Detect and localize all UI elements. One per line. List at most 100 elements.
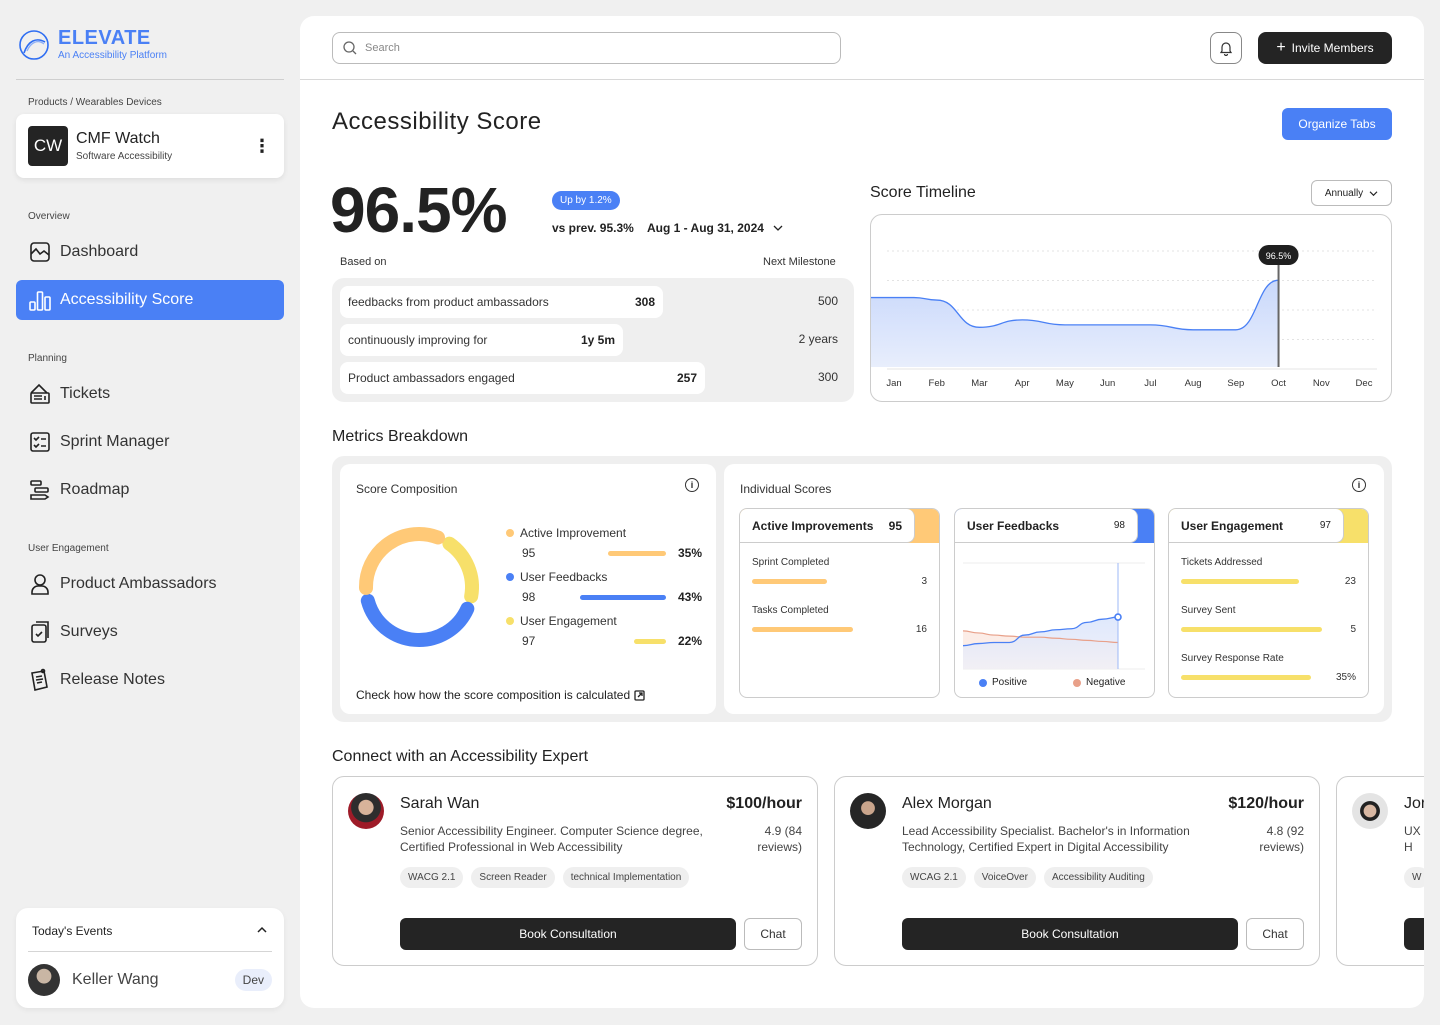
legend-pct: 43% (677, 590, 702, 604)
sidebar-item-tickets[interactable]: Tickets (16, 374, 284, 414)
sidebar-item-label: Roadmap (60, 481, 130, 498)
sidebar-item-label: Surveys (60, 623, 118, 640)
expert-name: Alex Morgan (902, 795, 992, 812)
book-consultation-button[interactable]: Book Consultation (902, 918, 1238, 950)
legend-dot (506, 529, 514, 537)
chart-line-icon (30, 242, 50, 262)
metrics-breakdown-title: Metrics Breakdown (332, 428, 469, 445)
expert-card: Alex Morgan $120/hour Lead Accessibility… (834, 776, 1320, 966)
card-title: Score Composition (356, 482, 458, 496)
metric-value: 35% (1335, 672, 1356, 683)
sidebar-item-roadmap[interactable]: Roadmap (16, 470, 284, 510)
metric-item: Tasks Completed 16 (752, 605, 927, 635)
period-label: Annually (1324, 187, 1364, 199)
sidebar-item-dashboard[interactable]: Dashboard (16, 232, 284, 272)
avatar (850, 793, 886, 829)
score-timeline-chart: 96.5% Jan Feb Mar Apr May Jun Jul Aug Sep Oct Nov De… (870, 214, 1392, 402)
sidebar-item-accessibility-score[interactable]: Accessibility Score (16, 280, 284, 320)
metric-value: 5 (1350, 624, 1356, 635)
user-engagement-card[interactable]: User Engagement 97 Tickets Addressed 23 S… (1168, 508, 1369, 698)
sidebar-item-label: Release Notes (60, 671, 165, 688)
chat-button[interactable]: Chat (1246, 918, 1304, 950)
legend-pct: 35% (677, 546, 702, 560)
chat-button[interactable]: Chat (744, 918, 802, 950)
score-composition-card: Score Composition i Active Improvement 9… (340, 464, 716, 714)
plus-icon: + (1276, 39, 1286, 56)
chevron-up-icon[interactable] (256, 924, 268, 936)
expert-name: Jor (1404, 795, 1424, 812)
sidebar-item-label: Accessibility Score (60, 291, 194, 308)
x-tick-label: Feb (929, 378, 945, 389)
metric-label: Tasks Completed (752, 605, 829, 616)
sidebar-item-product-ambassadors[interactable]: Product Ambassadors (16, 564, 284, 604)
metric-value: 3 (921, 576, 927, 587)
brand-tagline: An Accessibility Platform (58, 50, 167, 61)
section-planning: Planning (28, 353, 67, 364)
factor-label: continuously improving for (348, 333, 488, 347)
expert-rating: 4.9 (84 reviews) (757, 824, 802, 854)
main-panel: + Invite Members Accessibility Score Org… (300, 16, 1424, 1008)
sidebar-item-surveys[interactable]: Surveys (16, 612, 284, 652)
legend-pct: 22% (677, 634, 702, 648)
factor-value: 308 (634, 295, 655, 309)
timeline-svg: 96.5% Jan Feb Mar Apr May Jun Jul Aug Sep Oct Nov De… (871, 245, 1377, 389)
more-options-icon[interactable]: ⋮ (252, 137, 272, 155)
ticket-icon (30, 383, 50, 404)
product-avatar: CW (28, 126, 68, 166)
legend-item: Active Improvement 95 35% (506, 526, 702, 560)
breadcrumb[interactable]: Products / Wearables Devices (28, 97, 162, 108)
sidebar-item-release-notes[interactable]: Release Notes (16, 660, 284, 700)
composition-calc-link[interactable]: Check how how the score composition is c… (356, 688, 645, 702)
search-icon (343, 41, 357, 55)
sidebar-item-sprint-manager[interactable]: Sprint Manager (16, 422, 284, 462)
legend-label: Positive (992, 677, 1028, 688)
events-header[interactable]: Today's Events (32, 924, 268, 938)
skill-tag: VoiceOver (973, 867, 1036, 888)
search-input[interactable] (365, 42, 805, 54)
brand-logo[interactable]: ELEVATE An Accessibility Platform (18, 28, 167, 61)
legend-bar (608, 550, 666, 556)
notifications-button[interactable] (1210, 32, 1242, 64)
change-badge: Up by 1.2% (552, 191, 620, 210)
metric-bar (1181, 579, 1299, 584)
expert-card: Sarah Wan $100/hour Senior Accessibility… (332, 776, 818, 966)
factor-milestone: 300 (817, 370, 838, 384)
legend-label: User Feedbacks (520, 570, 608, 584)
brand-name: ELEVATE (58, 27, 151, 49)
next-milestone-label: Next Milestone (763, 256, 836, 268)
expert-rate: $120/hour (1228, 795, 1304, 812)
user-feedbacks-card[interactable]: User Feedbacks 98 Positive Negative (954, 508, 1155, 698)
legend-label: Active Improvement (520, 526, 627, 540)
card-score: 98 (1113, 520, 1125, 531)
book-consultation-button[interactable]: Book Consultation (400, 918, 736, 950)
metric-bar (752, 579, 827, 584)
card-name: User Engagement (1181, 518, 1284, 533)
active-improvements-card[interactable]: Active Improvements 95 Sprint Completed 3… (739, 508, 940, 698)
donut-slice-user-feedbacks (360, 593, 475, 647)
x-tick-label: Mar (971, 378, 987, 389)
product-selector[interactable]: CW CMF Watch Software Accessibility ⋮ (16, 114, 284, 178)
factor-row: continuously improving for 1y 5m (340, 324, 623, 356)
info-icon[interactable]: i (1352, 478, 1366, 492)
search-box[interactable] (332, 32, 841, 64)
period-dropdown[interactable]: Annually (1311, 180, 1392, 206)
factor-row: feedbacks from product ambassadors 308 (340, 286, 663, 318)
invite-members-button[interactable]: + Invite Members (1258, 32, 1392, 64)
card-score: 97 (1319, 520, 1331, 531)
card-name: User Feedbacks (967, 518, 1060, 533)
organize-tabs-button[interactable]: Organize Tabs (1282, 108, 1392, 140)
expert-rate: $100/hour (726, 795, 802, 812)
event-item[interactable]: Keller Wang Dev (28, 964, 272, 996)
info-icon[interactable]: i (685, 478, 699, 492)
skill-tag: W (1404, 867, 1424, 888)
legend-bar (634, 638, 666, 644)
legend-negative: Negative (1073, 677, 1125, 688)
avatar (348, 793, 384, 829)
product-name: CMF Watch (76, 130, 160, 147)
donut-slice-active-improvement (359, 527, 445, 595)
notes-icon (31, 668, 48, 691)
book-consultation-button[interactable] (1404, 918, 1424, 950)
sidebar-item-label: Sprint Manager (60, 433, 170, 450)
card-score: 95 (888, 518, 902, 533)
date-range-selector[interactable]: Aug 1 - Aug 31, 2024 (647, 221, 783, 235)
